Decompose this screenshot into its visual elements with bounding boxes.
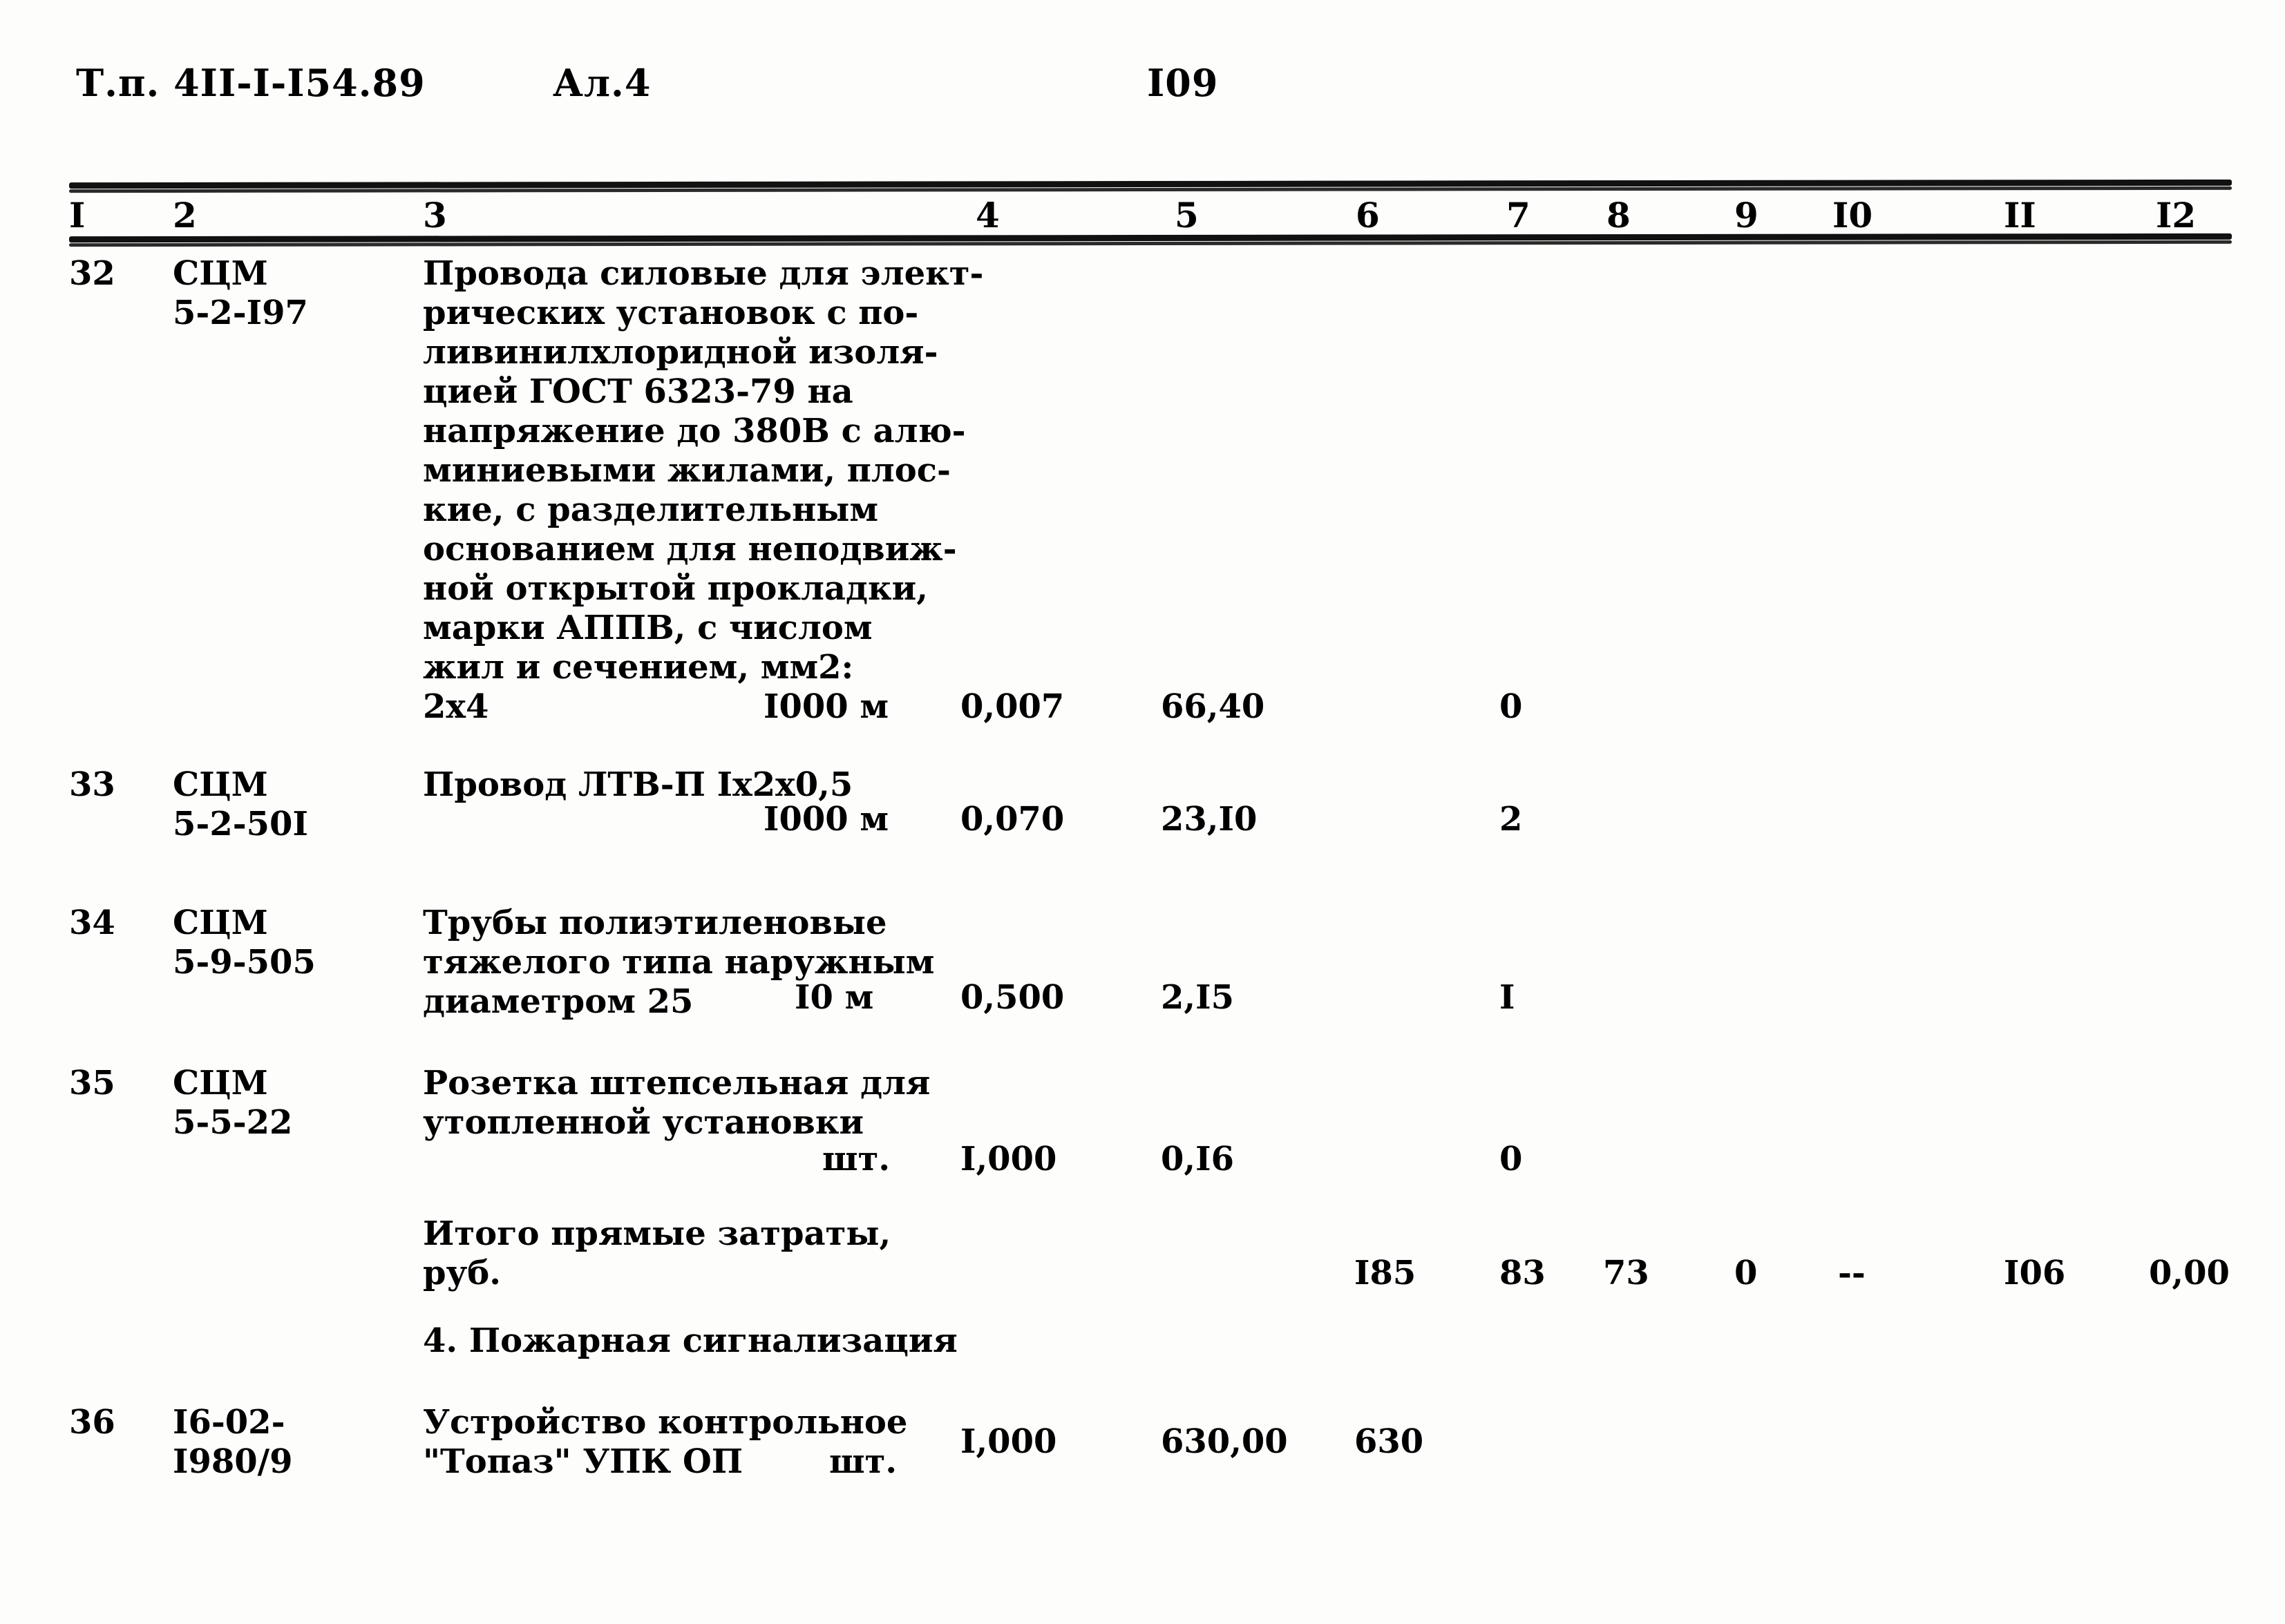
album-label: Ал.4 xyxy=(553,61,652,105)
row-code: СЦМ 5-5-22 xyxy=(173,1064,293,1142)
row-col6: 630 xyxy=(1354,1422,1424,1461)
row-number: 36 xyxy=(69,1403,115,1442)
row-col7: 0 xyxy=(1499,687,1523,726)
page-number: I09 xyxy=(1147,61,1219,105)
column-number-2: 2 xyxy=(173,195,197,236)
row-description: Провод ЛТВ-П Iх2х0,5 xyxy=(423,765,853,804)
row-number: 34 xyxy=(69,904,115,942)
totals-col11: I06 xyxy=(2004,1254,2066,1292)
row-code: СЦМ 5-9-505 xyxy=(173,904,316,982)
column-number-9: 9 xyxy=(1734,195,1758,236)
column-number-header: I 2 3 4 5 6 7 8 9 I0 II I2 xyxy=(0,195,2285,236)
row-number: 32 xyxy=(69,254,115,293)
row-unit: I000 м xyxy=(764,687,889,726)
series-label: Т.п. 4II-I-I54.89 xyxy=(76,61,426,105)
row-col5: 23,I0 xyxy=(1161,800,1258,839)
row-col4: 0,500 xyxy=(960,978,1065,1017)
totals-col7: 83 xyxy=(1499,1254,1546,1292)
row-number: 35 xyxy=(69,1064,115,1102)
totals-col6: I85 xyxy=(1354,1254,1416,1292)
column-number-8: 8 xyxy=(1606,195,1631,236)
totals-col9: 0 xyxy=(1734,1254,1758,1292)
row-unit: I0 м xyxy=(795,978,874,1017)
row-unit: I000 м xyxy=(764,800,889,839)
row-col4: I,000 xyxy=(960,1140,1057,1178)
totals-col12: 0,00 xyxy=(2149,1254,2230,1292)
row-code: СЦМ 5-2-50I xyxy=(173,765,308,843)
row-description: Розетка штепсельная для утопленной устан… xyxy=(423,1064,931,1142)
row-code: СЦМ 5-2-I97 xyxy=(173,254,308,332)
document-header: Т.п. 4II-I-I54.89 Ал.4 I09 xyxy=(0,61,2285,109)
row-col4: 0,007 xyxy=(960,687,1065,726)
row-col4: I,000 xyxy=(960,1422,1057,1461)
row-col5: 66,40 xyxy=(1161,687,1265,726)
column-number-3: 3 xyxy=(423,195,447,236)
document-page: Т.п. 4II-I-I54.89 Ал.4 I09 I 2 3 4 5 6 7… xyxy=(0,0,2285,1624)
column-number-6: 6 xyxy=(1356,195,1380,236)
row-col4: 0,070 xyxy=(960,800,1065,839)
totals-col10: -- xyxy=(1838,1254,1866,1292)
column-number-4: 4 xyxy=(976,195,1000,236)
column-number-1: I xyxy=(69,195,86,236)
totals-col8: 73 xyxy=(1603,1254,1649,1292)
column-number-10: I0 xyxy=(1832,195,1873,236)
row-col7: 2 xyxy=(1499,800,1523,839)
totals-label: Итого прямые затраты, руб. xyxy=(423,1214,891,1292)
column-number-12: I2 xyxy=(2156,195,2197,236)
row-description: Провода силовые для элект- рических уста… xyxy=(423,254,984,726)
row-col7: 0 xyxy=(1499,1140,1523,1178)
section-heading: 4. Пожарная сигнализация xyxy=(423,1321,958,1360)
row-col5: 2,I5 xyxy=(1161,978,1234,1017)
column-number-7: 7 xyxy=(1506,195,1530,236)
row-col5: 630,00 xyxy=(1161,1422,1288,1461)
row-col7: I xyxy=(1499,978,1515,1017)
column-number-11: II xyxy=(2004,195,2036,236)
row-col5: 0,I6 xyxy=(1161,1140,1234,1178)
row-code: I6-02- I980/9 xyxy=(173,1403,293,1481)
column-number-5: 5 xyxy=(1175,195,1199,236)
row-number: 33 xyxy=(69,765,115,804)
